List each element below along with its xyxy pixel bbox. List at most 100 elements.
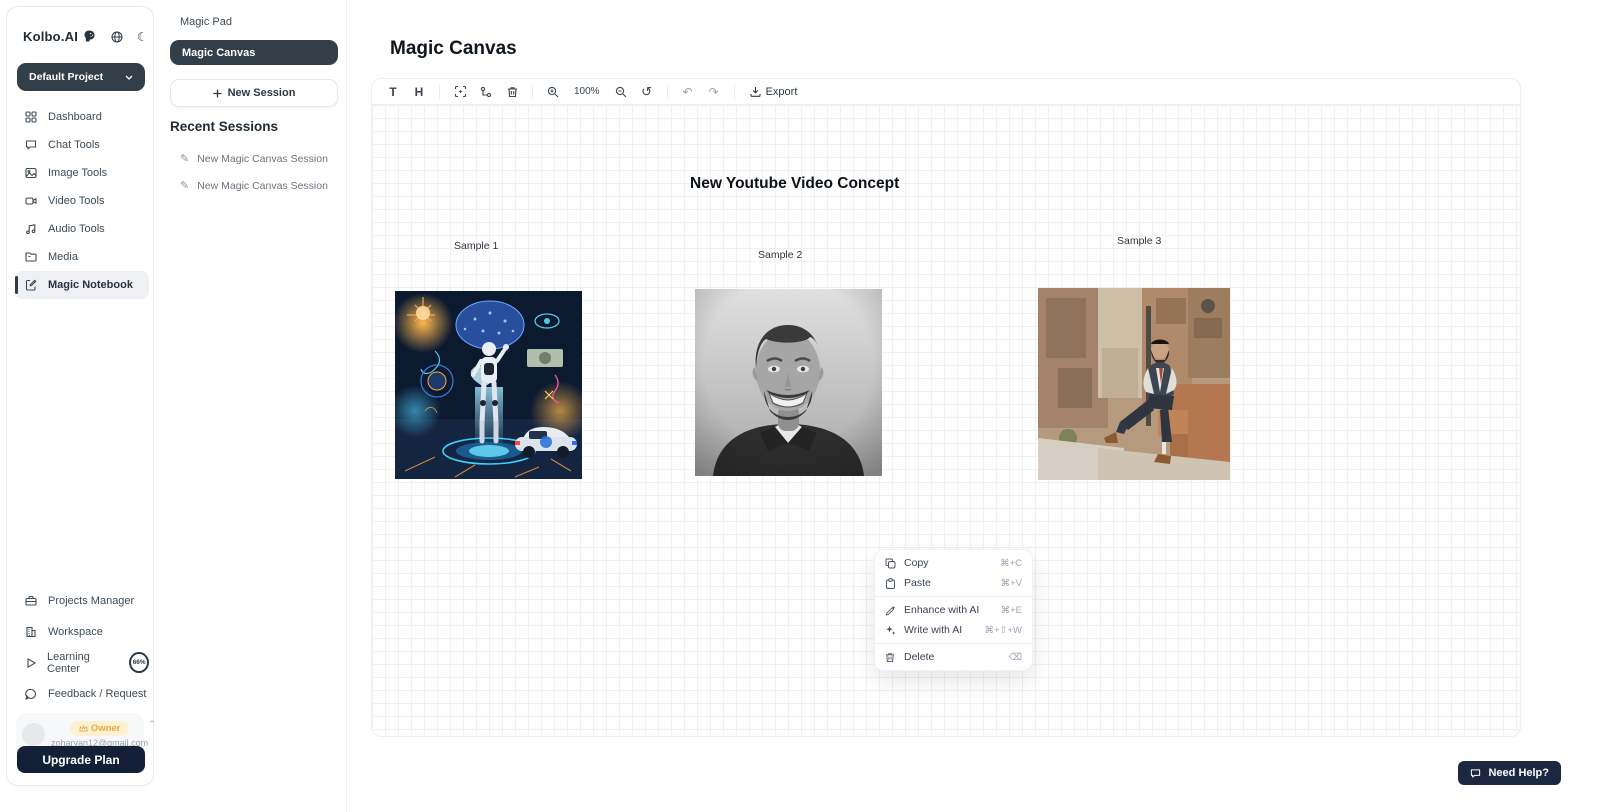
undo-button[interactable]: ↶ — [677, 82, 699, 102]
sidebar-item-video-tools[interactable]: Video Tools — [15, 187, 149, 215]
app-window: Kolbo.AI ☾ Default Project Dashboard Cha… — [0, 0, 1600, 812]
toolbar-divider — [667, 85, 668, 99]
sidebar-item-dashboard[interactable]: Dashboard — [15, 103, 149, 131]
sidebar-item-media[interactable]: Media — [15, 243, 149, 271]
session-list-item[interactable]: ✎ New Magic Canvas Session — [180, 179, 328, 192]
language-globe-icon[interactable] — [111, 31, 123, 43]
app-logo: Kolbo.AI — [23, 29, 78, 44]
dashboard-icon — [25, 111, 38, 123]
pencil-icon: ✎ — [180, 179, 189, 192]
redo-button[interactable]: ↷ — [703, 82, 725, 102]
canvas-text-heading[interactable]: New Youtube Video Concept — [690, 175, 899, 193]
shortcut-label: ⌘+V — [1001, 578, 1022, 589]
media-folder-icon — [25, 251, 38, 263]
delete-tool-button[interactable] — [501, 82, 523, 102]
context-menu: Copy ⌘+C Paste ⌘+V Enhance with AI ⌘+E W… — [874, 549, 1033, 671]
context-menu-copy[interactable]: Copy ⌘+C — [875, 553, 1032, 573]
main-area: Magic Canvas T H 100% — [347, 0, 1600, 812]
context-menu-enhance-with-ai[interactable]: Enhance with AI ⌘+E — [875, 600, 1032, 620]
sidebar-item-label: Feedback / Request — [48, 688, 146, 700]
sidebar-item-label: Learning Center — [47, 651, 119, 675]
avatar — [22, 723, 45, 746]
dark-mode-moon-icon[interactable]: ☾ — [137, 30, 148, 44]
sidebar-item-image-tools[interactable]: Image Tools — [15, 159, 149, 187]
chat-icon — [25, 139, 38, 151]
project-selector[interactable]: Default Project — [17, 63, 145, 91]
sidebar-item-label: Video Tools — [48, 195, 104, 207]
context-menu-paste[interactable]: Paste ⌘+V — [875, 573, 1032, 593]
sidebar-item-label: Projects Manager — [48, 595, 134, 607]
sidebar-item-feedback[interactable]: Feedback / Request — [15, 678, 149, 709]
sidebar-item-label: Media — [48, 251, 78, 263]
shortcut-label: ⌘+E — [1001, 605, 1022, 616]
sidebar-item-label: Magic Notebook — [48, 279, 133, 291]
building-icon — [25, 626, 38, 638]
sample-2-label[interactable]: Sample 2 — [758, 249, 802, 261]
reset-view-button[interactable]: ↺ — [636, 82, 658, 102]
sample-1-image[interactable] — [395, 291, 582, 479]
video-icon — [25, 195, 38, 207]
export-button[interactable]: Export — [744, 86, 804, 98]
enhance-ai-icon — [885, 605, 896, 616]
briefcase-icon — [25, 595, 38, 607]
help-chat-icon — [1470, 768, 1481, 779]
sample-2-image[interactable] — [695, 289, 882, 476]
zoom-out-button[interactable] — [610, 82, 632, 102]
toolbar-divider — [439, 85, 440, 99]
zoom-in-button[interactable] — [542, 82, 564, 102]
pencil-icon: ✎ — [180, 152, 189, 165]
sidebar: Kolbo.AI ☾ Default Project Dashboard Cha… — [6, 6, 154, 786]
new-session-button[interactable]: New Session — [170, 79, 338, 107]
toolbar-divider — [532, 85, 533, 99]
logo-row: Kolbo.AI ☾ — [23, 29, 143, 44]
sidebar-item-label: Chat Tools — [48, 139, 100, 151]
user-meta: Owner zoharvan12@gmail.com — [51, 721, 148, 748]
sidebar-item-label: Audio Tools — [48, 223, 105, 235]
connector-tool-button[interactable] — [475, 82, 497, 102]
magic-pad-item[interactable]: Magic Pad — [180, 16, 232, 28]
shortcut-label: ⌘+C — [1000, 558, 1022, 569]
sessions-panel: Magic Pad Magic Canvas New Session Recen… — [155, 0, 347, 812]
copy-icon — [885, 558, 896, 569]
recent-sessions-heading: Recent Sessions — [170, 119, 278, 134]
download-icon — [750, 86, 761, 97]
need-help-button[interactable]: Need Help? — [1458, 761, 1561, 785]
write-ai-sparkle-icon — [885, 625, 896, 636]
sidebar-item-magic-notebook[interactable]: Magic Notebook — [15, 271, 149, 299]
crown-icon — [79, 725, 88, 732]
sidebar-item-label: Dashboard — [48, 111, 102, 123]
audio-icon — [25, 223, 38, 235]
project-selector-label: Default Project — [29, 71, 103, 83]
upgrade-plan-button[interactable]: Upgrade Plan — [17, 746, 145, 773]
sidebar-item-label: Workspace — [48, 626, 103, 638]
sidebar-item-projects-manager[interactable]: Projects Manager — [15, 585, 149, 616]
text-tool-button[interactable]: T — [382, 82, 404, 102]
sample-1-label[interactable]: Sample 1 — [454, 240, 498, 252]
feedback-chat-icon — [25, 688, 38, 700]
zoom-level-indicator: 100% — [568, 86, 606, 97]
learning-progress-badge: 66% — [129, 652, 149, 673]
menu-divider — [875, 596, 1032, 597]
sample-3-label[interactable]: Sample 3 — [1117, 235, 1161, 247]
sidebar-item-chat-tools[interactable]: Chat Tools — [15, 131, 149, 159]
shortcut-label: ⌘+⇧+W — [984, 625, 1022, 636]
play-icon — [25, 657, 37, 669]
sample-3-image[interactable] — [1038, 288, 1230, 480]
sidebar-bottom-nav: Projects Manager Workspace Learning Cent… — [15, 585, 149, 709]
owner-role-badge: Owner — [70, 721, 130, 736]
brain-logo-icon — [82, 29, 97, 44]
sidebar-nav: Dashboard Chat Tools Image Tools Video T… — [15, 103, 149, 299]
magic-canvas[interactable]: T H 100% ↺ — [371, 78, 1521, 737]
ai-select-tool-button[interactable] — [449, 82, 471, 102]
sidebar-item-workspace[interactable]: Workspace — [15, 616, 149, 647]
sidebar-item-learning-center[interactable]: Learning Center 66% — [15, 647, 149, 678]
sidebar-item-audio-tools[interactable]: Audio Tools — [15, 215, 149, 243]
heading-tool-button[interactable]: H — [408, 82, 430, 102]
magic-canvas-item-active[interactable]: Magic Canvas — [170, 40, 338, 65]
image-icon — [25, 167, 38, 179]
context-menu-write-with-ai[interactable]: Write with AI ⌘+⇧+W — [875, 620, 1032, 640]
toolbar-divider — [734, 85, 735, 99]
context-menu-delete[interactable]: Delete ⌫ — [875, 647, 1032, 667]
session-list-item[interactable]: ✎ New Magic Canvas Session — [180, 152, 328, 165]
trash-icon — [885, 652, 896, 663]
